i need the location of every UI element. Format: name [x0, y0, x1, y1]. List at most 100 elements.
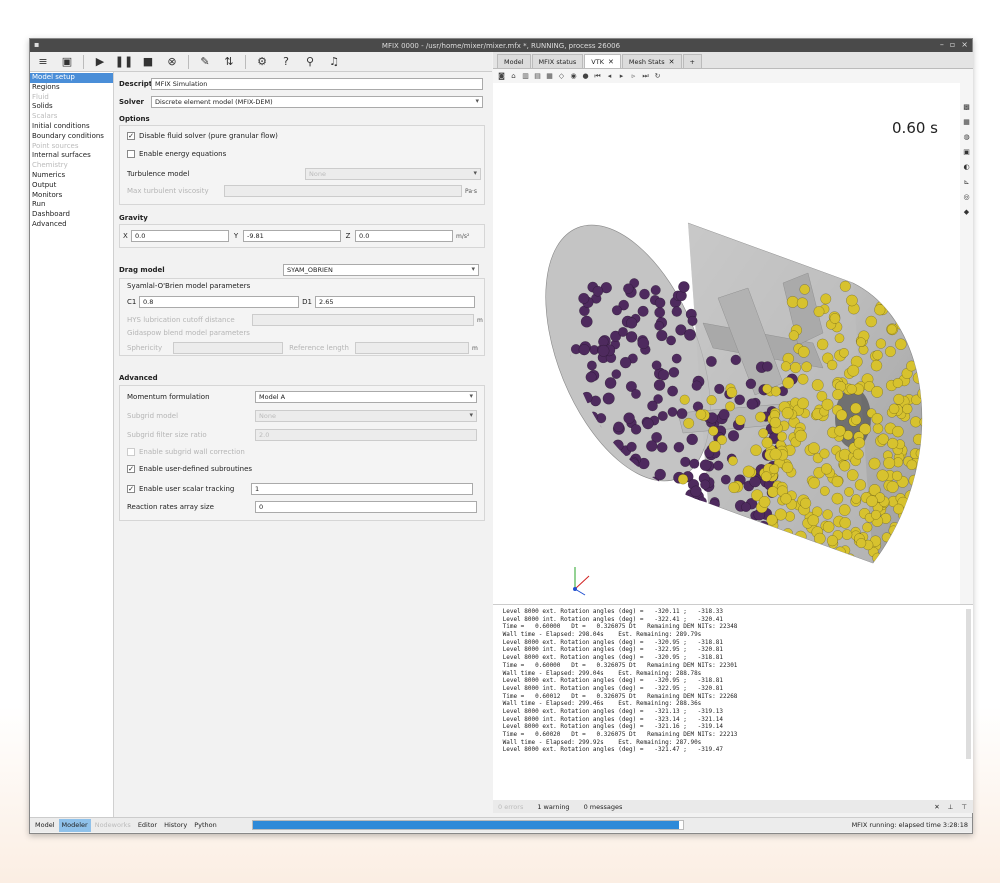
loop-icon[interactable]: ↻: [653, 72, 662, 80]
mesh-icon[interactable]: ▦: [962, 118, 971, 127]
nav-item-boundary-conditions[interactable]: Boundary conditions: [30, 132, 113, 142]
disable-fluid-checkbox[interactable]: ✓: [127, 132, 135, 140]
mode-tab-model[interactable]: Model: [32, 819, 58, 832]
parameters-icon[interactable]: ⇅: [218, 53, 240, 70]
pause-icon[interactable]: ❚❚: [113, 53, 135, 70]
tab-mfix-status[interactable]: MFIX status: [531, 54, 584, 68]
maximize-icon[interactable]: ▫: [950, 40, 955, 49]
disable-fluid-row[interactable]: ✓ Disable fluid solver (pure granular fl…: [127, 132, 278, 140]
xz-icon[interactable]: ▤: [533, 72, 542, 80]
nav-item-initial-conditions[interactable]: Initial conditions: [30, 122, 113, 132]
subgrid-model-select[interactable]: None: [255, 410, 477, 422]
perspective-icon[interactable]: ◇: [557, 72, 566, 80]
nav-item-solids[interactable]: Solids: [30, 102, 113, 112]
next-frame-icon[interactable]: ▹: [629, 72, 638, 80]
gz-input[interactable]: 0.0: [355, 230, 453, 242]
menu-icon[interactable]: ≡: [32, 53, 54, 70]
save-icon[interactable]: ▣: [56, 53, 78, 70]
turbulence-select[interactable]: None: [305, 168, 481, 180]
nav-item-point-sources[interactable]: Point sources: [30, 142, 113, 152]
messages-count[interactable]: 0 messages: [584, 803, 623, 811]
hys-input[interactable]: [252, 314, 474, 326]
close-tab-icon[interactable]: ✕: [669, 58, 675, 66]
stop-icon[interactable]: ■: [137, 53, 159, 70]
mode-tab-editor[interactable]: Editor: [135, 819, 160, 832]
enable-energy-checkbox[interactable]: [127, 150, 135, 158]
build-icon[interactable]: ✎: [194, 53, 216, 70]
nav-item-fluid[interactable]: Fluid: [30, 93, 113, 103]
user-scalar-input[interactable]: 1: [251, 483, 473, 495]
nav-item-numerics[interactable]: Numerics: [30, 171, 113, 181]
mode-tab-modeler[interactable]: Modeler: [58, 818, 91, 832]
mode-tab-python[interactable]: Python: [191, 819, 220, 832]
clear-icon[interactable]: ✕: [934, 803, 939, 811]
screenshot-icon[interactable]: ◉: [569, 72, 578, 80]
reset-icon[interactable]: ⊗: [161, 53, 183, 70]
momentum-select[interactable]: Model A: [255, 391, 477, 403]
window-menu-icon[interactable]: ▪: [34, 40, 39, 49]
user-scalar-checkbox[interactable]: ✓: [127, 485, 135, 493]
nav-item-scalars[interactable]: Scalars: [30, 112, 113, 122]
tab-mesh-stats[interactable]: Mesh Stats ✕: [621, 54, 682, 68]
errors-count[interactable]: 0 errors: [498, 803, 523, 811]
axes-icon[interactable]: ⊾: [962, 178, 971, 187]
drag-select[interactable]: SYAM_OBRIEN: [283, 264, 479, 276]
mode-tab-nodeworks[interactable]: Nodeworks: [92, 819, 134, 832]
console-output[interactable]: Level 8000 ext. Rotation angles (deg) = …: [493, 604, 973, 800]
console-scrollbar[interactable]: [966, 609, 971, 759]
gy-input[interactable]: -9.81: [243, 230, 341, 242]
first-frame-icon[interactable]: ⏮: [593, 72, 602, 81]
nav-item-model-setup[interactable]: Model setup: [30, 73, 113, 83]
user-subroutines-row[interactable]: ✓ Enable user-defined subroutines: [127, 465, 252, 473]
c1-input[interactable]: 0.8: [139, 296, 299, 308]
max-visc-input[interactable]: [224, 185, 462, 197]
nav-item-monitors[interactable]: Monitors: [30, 191, 113, 201]
enable-energy-row[interactable]: Enable energy equations: [127, 150, 226, 158]
subgrid-ratio-input[interactable]: 2.0: [255, 429, 477, 441]
record-icon[interactable]: ●: [581, 72, 590, 80]
xy-icon[interactable]: ▥: [521, 72, 530, 80]
nav-item-advanced[interactable]: Advanced: [30, 220, 113, 230]
tab-model[interactable]: Model: [497, 54, 531, 68]
nav-item-output[interactable]: Output: [30, 181, 113, 191]
nav-item-run[interactable]: Run: [30, 200, 113, 210]
play-frame-icon[interactable]: ▸: [617, 72, 626, 80]
regions-icon[interactable]: ▣: [962, 148, 971, 157]
scroll-bottom-icon[interactable]: ⊥: [948, 803, 954, 811]
description-input[interactable]: MFIX Simulation: [151, 78, 483, 90]
d1-input[interactable]: 2.65: [315, 296, 475, 308]
subgrid-wall-row[interactable]: Enable subgrid wall correction: [127, 448, 245, 456]
tab-add[interactable]: +: [682, 54, 702, 68]
mode-tab-history[interactable]: History: [161, 819, 190, 832]
scroll-top-icon[interactable]: ⊤: [961, 803, 967, 811]
sphericity-input[interactable]: [173, 342, 283, 354]
solver-select[interactable]: Discrete element model (MFIX-DEM): [151, 96, 483, 108]
visibility-icon[interactable]: ◎: [962, 193, 971, 202]
minimize-icon[interactable]: –: [940, 40, 944, 49]
geometry-icon[interactable]: ▩: [962, 103, 971, 112]
particles-icon[interactable]: ◍: [962, 133, 971, 142]
gx-input[interactable]: 0.0: [131, 230, 229, 242]
notification-icon[interactable]: ♫: [323, 53, 345, 70]
last-frame-icon[interactable]: ⏭: [641, 72, 650, 81]
close-icon[interactable]: ×: [961, 40, 968, 49]
close-tab-icon[interactable]: ✕: [608, 58, 614, 66]
subgrid-wall-checkbox[interactable]: [127, 448, 135, 456]
nav-item-dashboard[interactable]: Dashboard: [30, 210, 113, 220]
ref-length-input[interactable]: [355, 342, 469, 354]
search-icon[interactable]: ⚲: [299, 53, 321, 70]
yz-icon[interactable]: ▦: [545, 72, 554, 80]
nav-item-internal-surfaces[interactable]: Internal surfaces: [30, 151, 113, 161]
reset-view-icon[interactable]: ⌂: [509, 72, 518, 80]
settings-icon[interactable]: ⚙: [251, 53, 273, 70]
prev-frame-icon[interactable]: ◂: [605, 72, 614, 80]
warnings-count[interactable]: 1 warning: [537, 803, 569, 811]
user-subroutines-checkbox[interactable]: ✓: [127, 465, 135, 473]
play-icon[interactable]: ▶: [89, 53, 111, 70]
camera-icon[interactable]: ◙: [497, 72, 506, 80]
help-icon[interactable]: ?: [275, 53, 297, 70]
background-icon[interactable]: ◐: [962, 163, 971, 172]
nav-item-chemistry[interactable]: Chemistry: [30, 161, 113, 171]
tab-vtk[interactable]: VTK ✕: [584, 54, 621, 68]
nav-item-regions[interactable]: Regions: [30, 83, 113, 93]
